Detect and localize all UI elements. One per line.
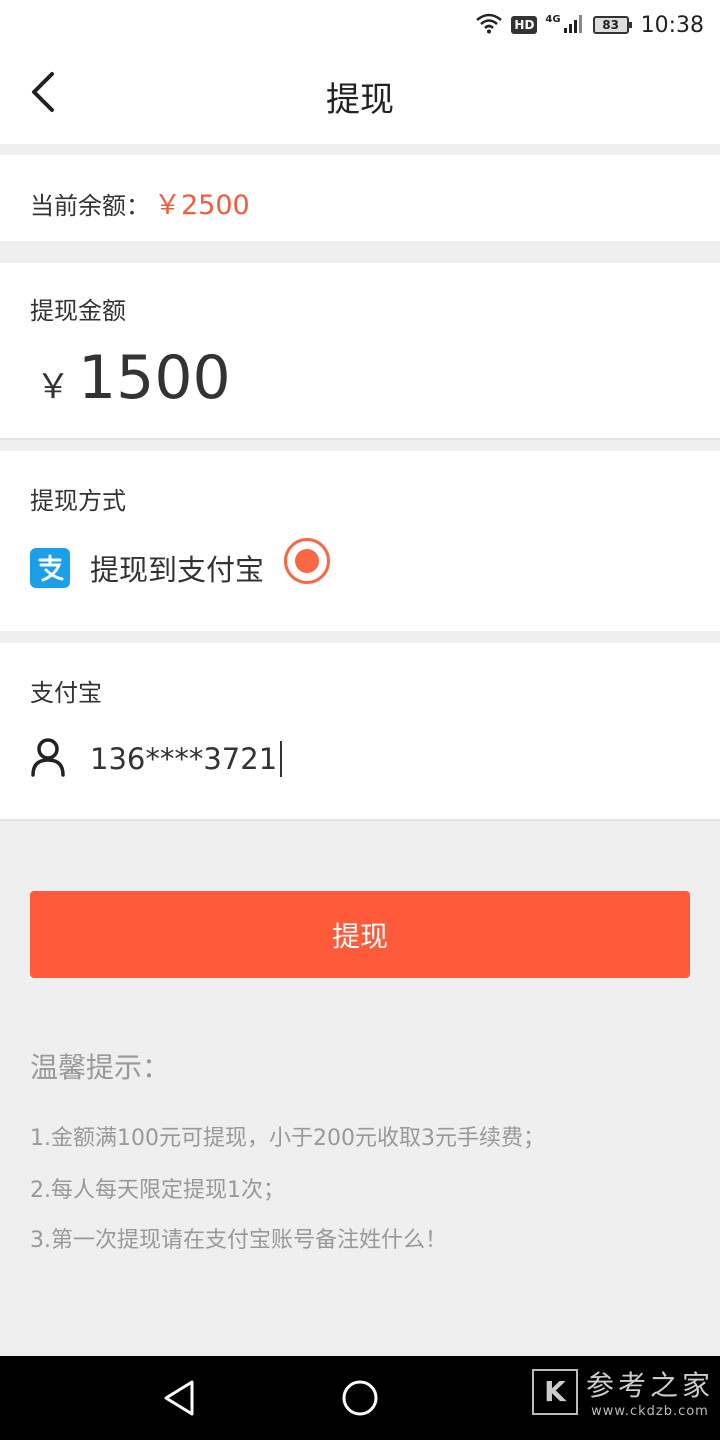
- amount-label: 提现金额: [30, 297, 126, 325]
- watermark-text: 参考之家 www.ckdzb.com: [586, 1364, 714, 1419]
- page-title: 提现: [326, 80, 394, 120]
- watermark-url: www.ckdzb.com: [591, 1404, 709, 1419]
- amount-input[interactable]: ￥ 1500: [36, 343, 231, 413]
- home-circle-icon[interactable]: [340, 1378, 380, 1418]
- hd-badge: HD: [511, 16, 538, 34]
- balance-value: ￥2500: [154, 190, 250, 221]
- balance-row: 当前余额： ￥2500: [30, 183, 250, 222]
- account-input[interactable]: 136****3721: [90, 741, 283, 777]
- signal-icon: [563, 12, 585, 38]
- method-label: 提现方式: [30, 487, 126, 515]
- user-icon: [30, 737, 66, 781]
- currency-sign: ￥: [36, 367, 70, 407]
- method-card: 提现方式 提现到支付宝: [0, 451, 720, 631]
- balance-card: 当前余额： ￥2500: [0, 155, 720, 241]
- system-nav-bar: K 参考之家 www.ckdzb.com: [0, 1356, 720, 1440]
- account-card: 支付宝 136****3721: [0, 643, 720, 821]
- header: 提现: [0, 50, 720, 144]
- method-radio[interactable]: [284, 538, 330, 584]
- account-label: 支付宝: [30, 679, 102, 707]
- watermark: K 参考之家 www.ckdzb.com: [531, 1364, 714, 1419]
- battery-level: 83: [602, 18, 619, 32]
- amount-card: 提现金额 ￥ 1500: [0, 263, 720, 440]
- tip-item: 1.金额满100元可提现，小于200元收取3元手续费；: [30, 1126, 545, 1151]
- amount-value: 1500: [78, 343, 231, 413]
- radio-selected-dot: [295, 549, 319, 573]
- battery-icon: 83: [592, 16, 632, 34]
- account-row: 136****3721: [30, 737, 283, 781]
- submit-withdraw-button[interactable]: 提现: [30, 891, 690, 978]
- back-triangle-icon[interactable]: [160, 1378, 200, 1418]
- method-option-alipay[interactable]: 提现到支付宝: [30, 547, 264, 589]
- alipay-icon: [30, 548, 70, 588]
- status-bar: HD 4G 83 10:38: [0, 0, 720, 50]
- balance-label: 当前余额：: [30, 192, 150, 220]
- tip-item: 2.每人每天限定提现1次；: [30, 1178, 285, 1203]
- status-icons: HD 4G 83 10:38: [475, 9, 704, 41]
- watermark-logo: K: [531, 1368, 578, 1415]
- tips-title: 温馨提示：: [30, 1051, 171, 1084]
- watermark-name: 参考之家: [585, 1369, 714, 1402]
- network-type: 4G: [545, 13, 561, 25]
- method-option-label: 提现到支付宝: [90, 553, 265, 587]
- tip-item: 3.第一次提现请在支付宝账号备注姓什么！: [30, 1228, 447, 1253]
- wifi-icon: [475, 12, 503, 38]
- status-time: 10:38: [640, 12, 704, 38]
